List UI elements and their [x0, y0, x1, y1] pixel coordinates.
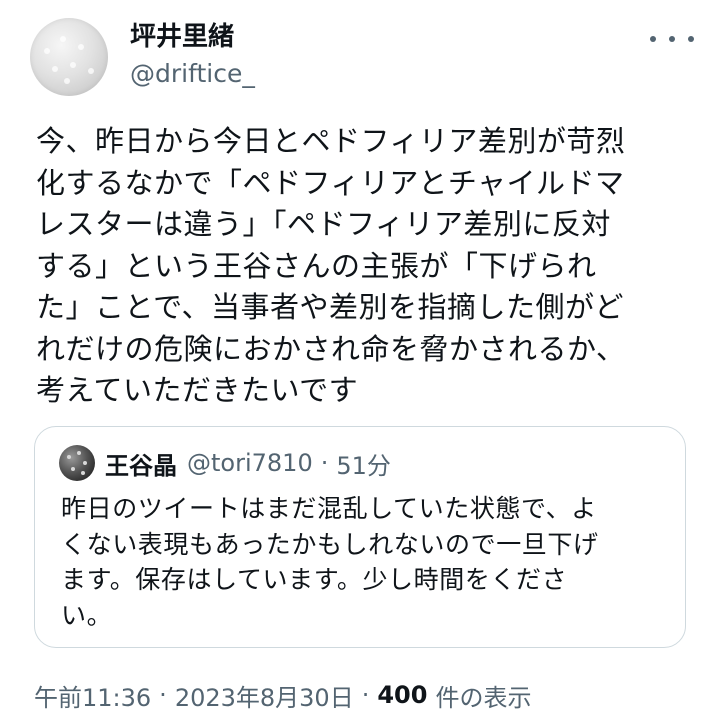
quoted-tweet-body: 昨日のツイートはまだ混乱していた状態で、よ くない表現もあったかもしれないので一… — [61, 491, 671, 633]
author-avatar[interactable] — [30, 18, 108, 96]
tweet-line: た」ことで、当事者や差別を指摘した側がど — [36, 290, 624, 324]
tweet-time[interactable]: 午前11:36 — [34, 678, 151, 713]
tweet-line: する」という王谷さんの主張が「下げられ — [36, 248, 597, 283]
quoted-author-name: 王谷晶 — [105, 451, 177, 480]
tweet-line: れだけの危険におかされ命を脅かされるか、 — [36, 331, 626, 366]
views-label: 件の表示 — [435, 683, 532, 712]
quoted-line: 昨日のツイートはまだ混乱していた状態で、よ — [61, 494, 597, 523]
quoted-author-avatar — [59, 445, 95, 481]
tweet-metadata: 午前11:36 · 2023年8月30日 · 400 件の表示 — [34, 678, 531, 712]
author-handle[interactable]: @driftice_ — [130, 58, 255, 90]
more-options-button[interactable] — [650, 24, 694, 54]
quoted-tweet-time: 51分 — [336, 451, 391, 480]
more-dot — [669, 36, 675, 42]
views-count: 400 — [377, 681, 428, 709]
tweet-line: レスターは違う」「ペドフィリア差別に反対 — [36, 207, 611, 241]
quoted-line: ます。保存はしています。少し時間をくださ — [61, 565, 568, 594]
tweet-line: 化するなかで「ペドフィリアとチャイルドマ — [36, 165, 625, 200]
quoted-tweet-header: 王谷晶 @tori7810 · 51分 — [105, 445, 391, 481]
quoted-line: くない表現もあったかもしれないので一旦下げ — [61, 529, 599, 559]
separator-dot: · — [320, 449, 329, 477]
author-display-name[interactable]: 坪井里緒 — [130, 20, 234, 54]
tweet-line: 今、昨日から今日とペドフィリア差別が苛烈 — [36, 124, 626, 158]
tweet-body: 今、昨日から今日とペドフィリア差別が苛烈 化するなかで「ペドフィリアとチャイルド… — [36, 121, 696, 412]
more-horizontal-icon — [650, 36, 656, 42]
tweet-date[interactable]: 2023年8月30日 — [175, 678, 354, 713]
separator-dot: · — [361, 681, 370, 709]
tweet-line: 考えていただきたいです — [36, 373, 359, 407]
quoted-tweet-card[interactable]: 王谷晶 @tori7810 · 51分 昨日のツイートはまだ混乱していた状態で、… — [34, 426, 686, 648]
tweet: 坪井里緒 @driftice_ 今、昨日から今日とペドフィリア差別が苛烈 化する… — [0, 0, 720, 720]
quoted-author-handle: @tori7810 — [187, 449, 313, 477]
more-dot — [688, 36, 694, 42]
separator-dot: · — [159, 681, 167, 709]
quoted-line: い。 — [61, 600, 113, 630]
